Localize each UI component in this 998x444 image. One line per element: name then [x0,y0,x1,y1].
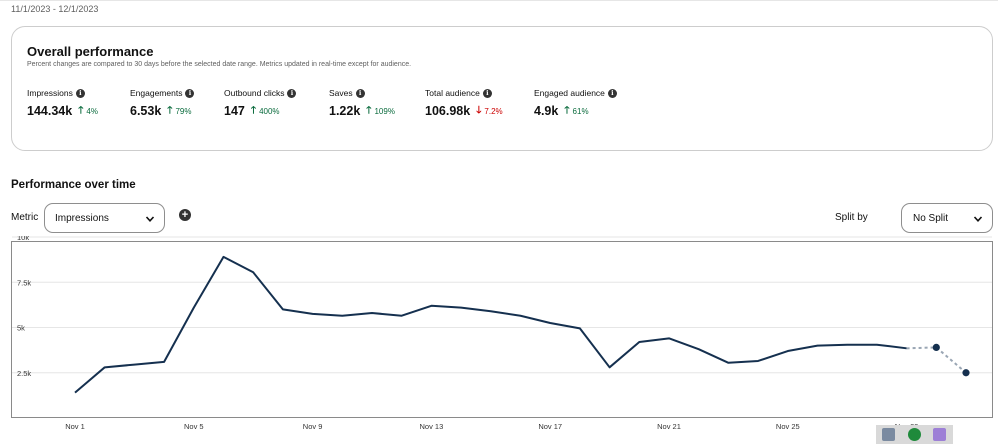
metric-label: Outbound clicks [224,88,285,98]
shield-icon[interactable] [908,428,921,441]
y-tick-label: 7.5k [17,278,31,287]
metric-change: 4% [86,106,98,116]
overall-performance-card: Overall performance Percent changes are … [11,26,993,151]
x-tick-label: Nov 21 [657,422,681,431]
data-point [962,369,970,377]
metric-change: 61% [572,106,589,116]
metric-outbound-clicks: Outbound clicks i 147 🡑 400% [224,87,297,118]
split-by-dropdown-value: No Split [913,212,949,224]
metric-value: 144.34k [27,104,73,118]
metric-value: 1.22k [329,104,361,118]
split-by-dropdown[interactable]: No Split [901,203,993,233]
series-line-projected [906,346,967,374]
system-tray [876,425,953,444]
arrow-up-icon: 🡑 [564,104,570,116]
metric-saves: Saves i 1.22k 🡑 109% [329,87,395,118]
metric-select-label: Metric [11,212,39,223]
arrow-up-icon: 🡑 [366,104,372,116]
metric-engaged-audience: Engaged audience i 4.9k 🡑 61% [534,87,617,118]
chevron-down-icon [145,216,155,222]
y-tick-label: 10k [17,236,29,242]
app-icon[interactable] [882,428,895,441]
x-tick-label: Nov 1 [65,422,85,431]
metric-change: 109% [374,106,395,116]
metric-value: 147 [224,104,245,118]
metric-value: 4.9k [534,104,559,118]
info-icon[interactable]: i [607,88,617,98]
info-icon[interactable]: i [75,88,85,98]
add-circle-icon[interactable]: + [179,209,191,221]
metric-value: 106.98k [425,104,471,118]
x-tick-label: Nov 9 [303,422,323,431]
card-subtitle: Percent changes are compared to 30 days … [27,61,412,68]
metric-change: 79% [175,106,192,116]
metric-label: Total audience [425,88,480,98]
y-tick-label: 2.5k [17,369,31,378]
card-title: Overall performance [27,44,154,59]
info-icon[interactable]: i [482,88,492,98]
info-icon[interactable]: i [287,88,297,98]
x-tick-label: Nov 13 [420,422,444,431]
chart-frame [11,241,993,418]
x-tick-label: Nov 25 [776,422,800,431]
arrow-down-icon: 🡓 [476,104,482,116]
y-tick-label: 5k [17,324,25,333]
chevron-down-icon [973,216,983,222]
arrow-up-icon: 🡑 [250,104,257,116]
metric-label: Engagements [130,88,183,98]
metric-total-audience: Total audience i 106.98k 🡓 7.2% [425,87,503,118]
metric-value: 6.53k [130,104,162,118]
metric-dropdown-value: Impressions [55,212,109,224]
info-icon[interactable]: i [185,88,195,98]
date-range: 11/1/2023 - 12/1/2023 [11,4,99,14]
metric-change: 400% [259,106,280,116]
metric-dropdown[interactable]: Impressions [44,203,165,233]
data-point [932,343,940,352]
arrow-up-icon: 🡑 [78,104,84,116]
metric-label: Saves [329,88,353,98]
info-icon[interactable]: i [355,88,365,98]
x-tick-label: Nov 17 [538,422,562,431]
feather-icon[interactable] [933,428,946,441]
impressions-line-chart: 2.5k 5k 7.5k 10k Nov 1 Nov 5 Nov 9 Nov 13 Nov 17… [11,236,993,431]
metric-engagements: Engagements i 6.53k 🡑 79% [130,87,195,118]
x-tick-label: Nov 5 [184,422,204,431]
top-divider [0,0,998,1]
metric-label: Engaged audience [534,88,605,98]
metric-impressions: Impressions i 144.34k 🡑 4% [27,87,98,118]
performance-over-time-title: Performance over time [11,179,136,191]
split-by-label: Split by [835,212,868,223]
arrow-up-icon: 🡑 [167,104,173,116]
metric-change: 7.2% [484,106,503,116]
metric-label: Impressions [27,88,73,98]
